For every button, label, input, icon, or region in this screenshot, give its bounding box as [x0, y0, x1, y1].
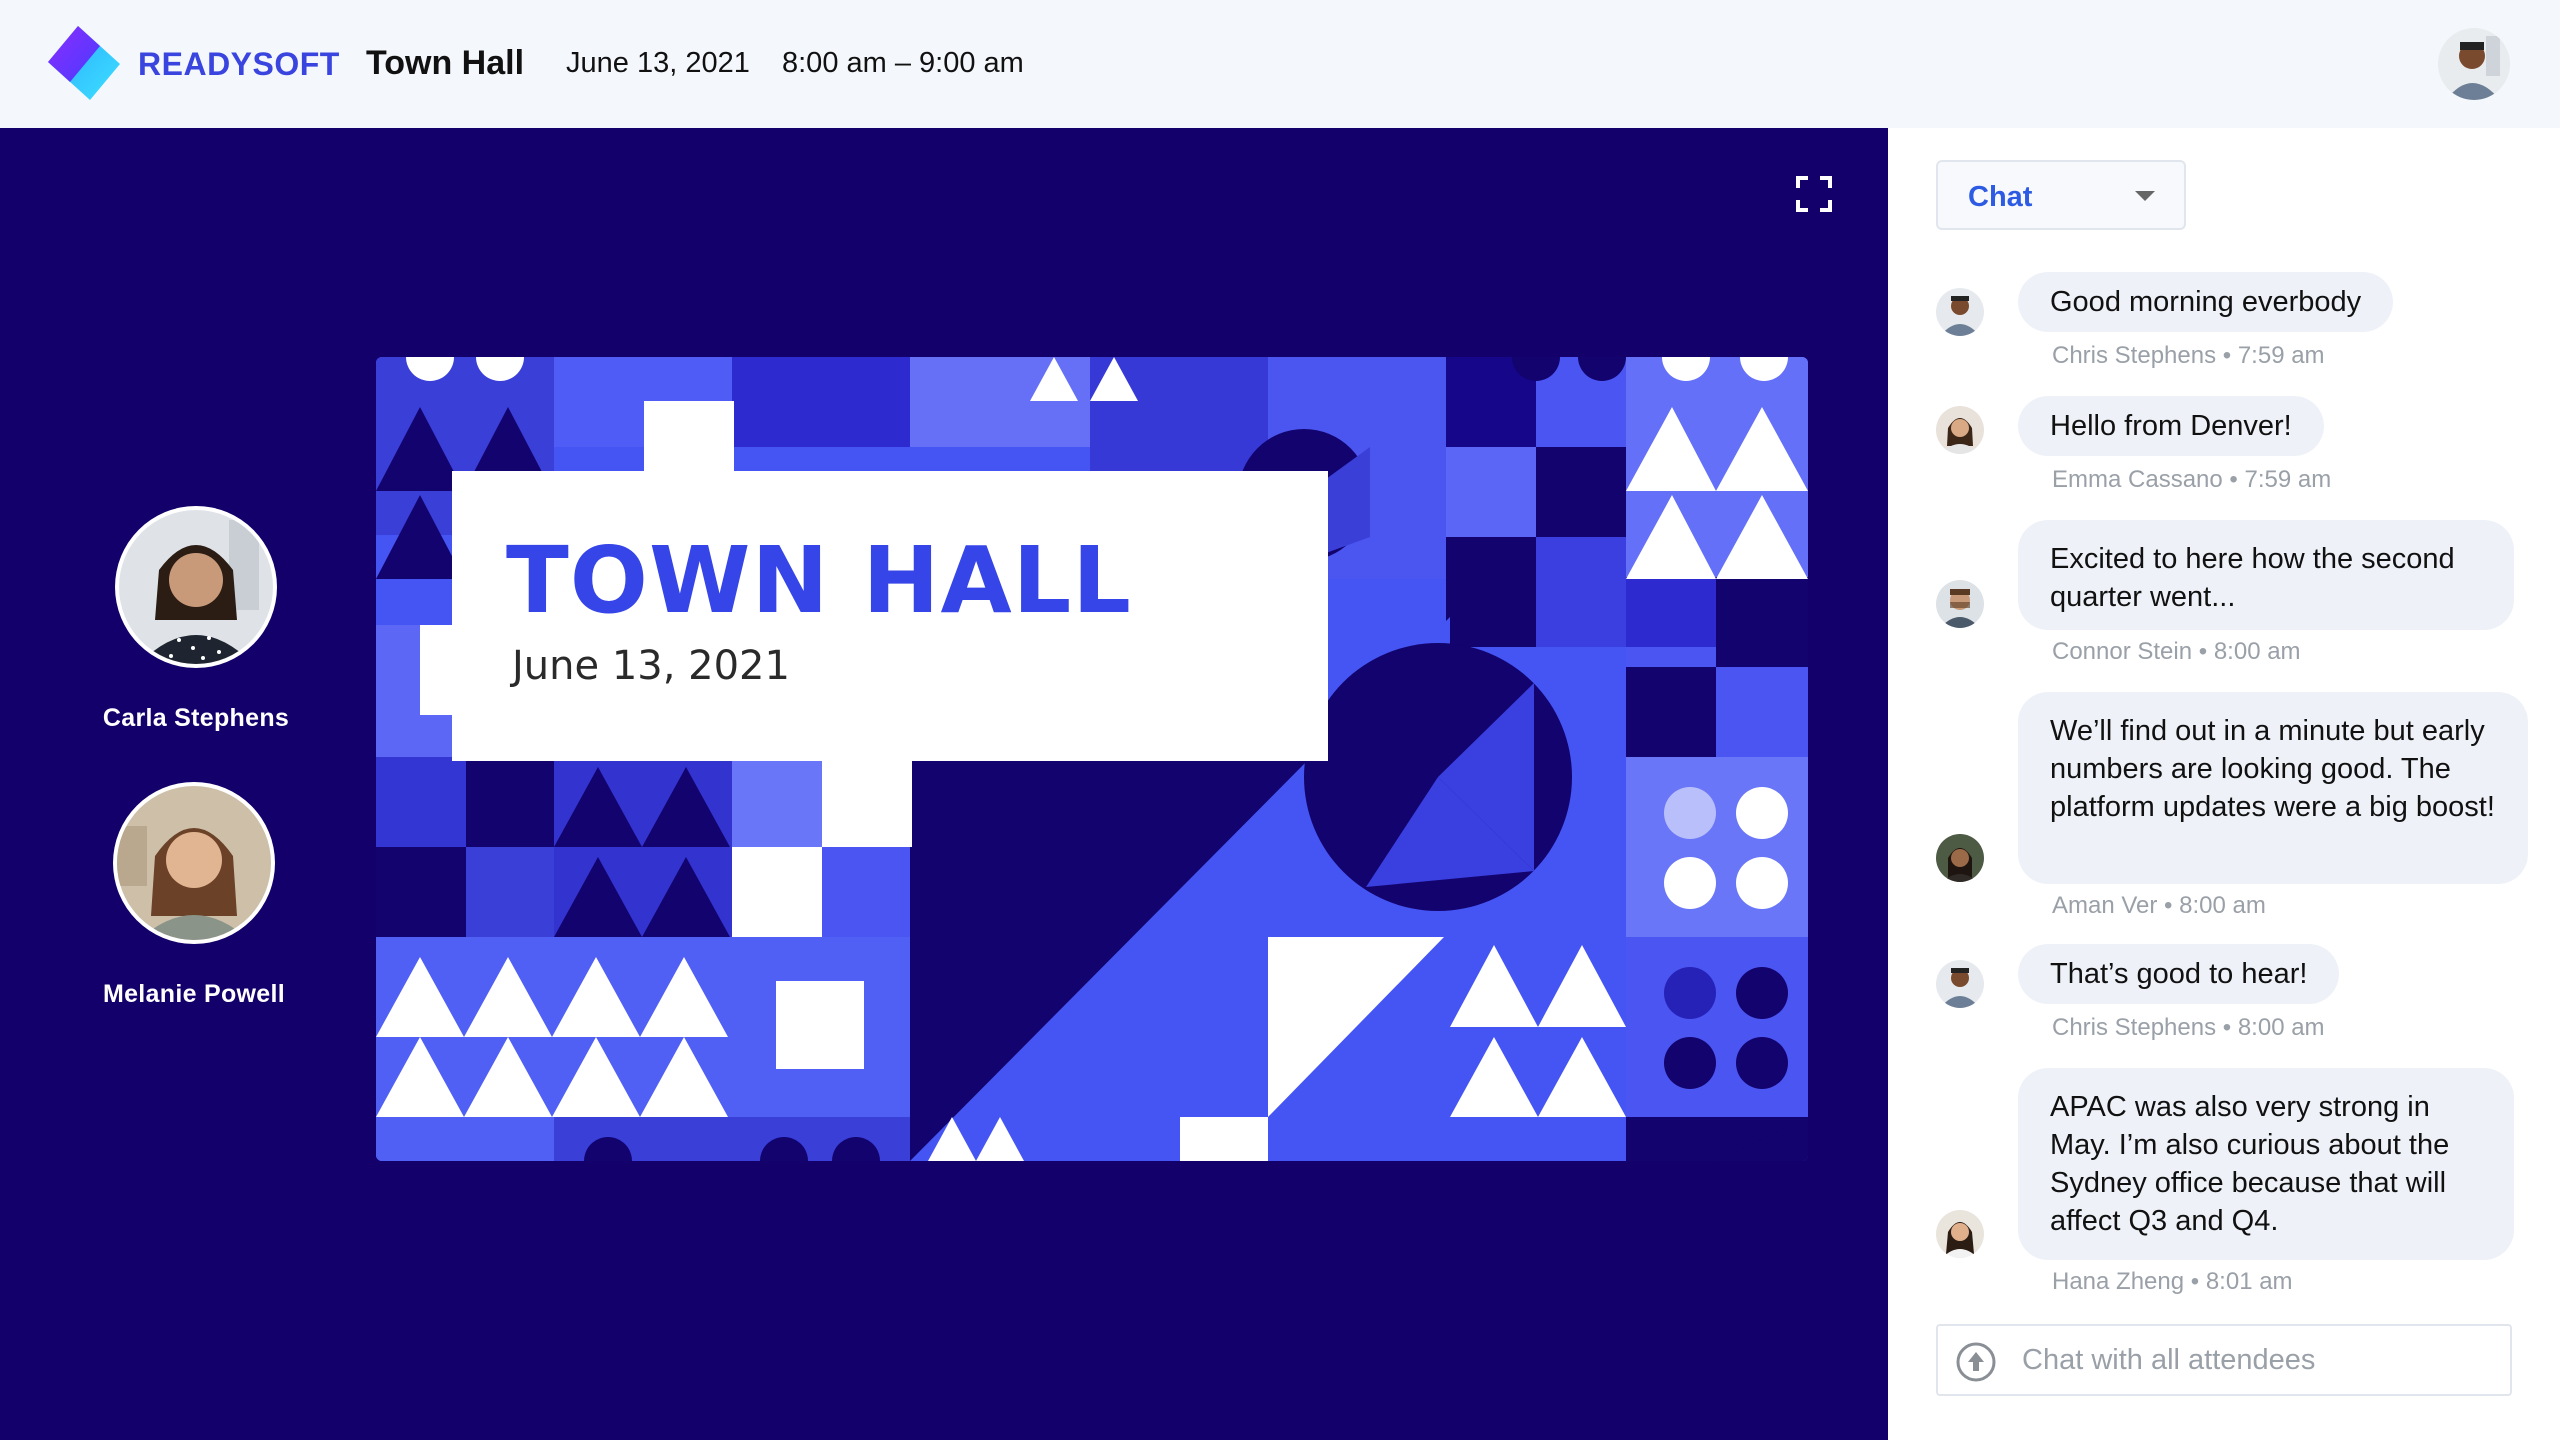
presenter-name: Carla Stephens	[102, 704, 290, 732]
event-date: June 13, 2021	[566, 47, 750, 79]
presenter-tile[interactable]: Carla Stephens	[96, 506, 296, 733]
sender-avatar[interactable]	[1936, 288, 1984, 336]
message-text: Good morning everbody	[2050, 286, 2362, 318]
send-icon[interactable]	[1956, 1342, 1996, 1382]
sender-avatar[interactable]	[1936, 834, 1984, 882]
chat-input-placeholder: Chat with all attendees	[2022, 1344, 2316, 1376]
panel-view-select[interactable]: Chat	[1936, 160, 2186, 230]
fullscreen-icon[interactable]	[1796, 176, 1832, 212]
presenter-avatar	[113, 782, 275, 944]
message-text: That’s good to hear!	[2050, 958, 2308, 990]
message-meta: Emma Cassano • 7:59 am	[2052, 466, 2332, 493]
message-text: Excited to here how the second quarter w…	[2050, 543, 2455, 613]
presenter-avatar	[115, 506, 277, 668]
chat-panel: Chat Good morning everbody Chris Stephen…	[1888, 128, 2560, 1440]
message-meta: Aman Ver • 8:00 am	[2052, 892, 2266, 919]
message-text: APAC was also very strong in May. I’m al…	[2050, 1091, 2450, 1237]
video-stage: Carla Stephens Melanie Powell TOWN HALL …	[0, 128, 1888, 1440]
event-title: Town Hall	[366, 44, 525, 82]
message-meta: Connor Stein • 8:00 am	[2052, 638, 2301, 665]
slide-title: TOWN HALL	[506, 527, 1132, 634]
readysoft-logo-icon[interactable]	[48, 26, 120, 100]
message-bubble: Excited to here how the second quarter w…	[2018, 520, 2514, 630]
message-bubble: Hello from Denver!	[2018, 396, 2324, 456]
message-bubble: APAC was also very strong in May. I’m al…	[2018, 1068, 2514, 1260]
message-bubble: Good morning everbody	[2018, 272, 2394, 332]
message-text: Hello from Denver!	[2050, 410, 2292, 442]
message-meta: Hana Zheng • 8:01 am	[2052, 1268, 2293, 1295]
message-bubble: We’ll find out in a minute but early num…	[2018, 692, 2528, 884]
slide-title-card: TOWN HALL June 13, 2021	[452, 471, 1328, 761]
chat-input[interactable]: Chat with all attendees	[1936, 1324, 2512, 1396]
message-bubble: That’s good to hear!	[2018, 944, 2340, 1004]
message-meta: Chris Stephens • 7:59 am	[2052, 342, 2325, 369]
top-bar: READYSOFT Town Hall June 13, 2021 8:00 a…	[0, 0, 2560, 128]
message-meta: Chris Stephens • 8:00 am	[2052, 1014, 2325, 1041]
event-time: 8:00 am – 9:00 am	[782, 47, 1024, 79]
presenter-tile[interactable]: Melanie Powell	[94, 782, 294, 1009]
panel-view-label: Chat	[1968, 181, 2033, 213]
sender-avatar[interactable]	[1936, 1210, 1984, 1258]
presentation-slide: TOWN HALL June 13, 2021	[376, 357, 1808, 1161]
sender-avatar[interactable]	[1936, 580, 1984, 628]
sender-avatar[interactable]	[1936, 406, 1984, 454]
brand-name: READYSOFT	[138, 46, 340, 82]
presenter-name: Melanie Powell	[102, 980, 286, 1008]
message-text: We’ll find out in a minute but early num…	[2050, 715, 2495, 823]
chevron-down-icon	[2135, 191, 2155, 201]
user-avatar[interactable]	[2438, 28, 2510, 100]
slide-date: June 13, 2021	[512, 643, 790, 689]
sender-avatar[interactable]	[1936, 960, 1984, 1008]
